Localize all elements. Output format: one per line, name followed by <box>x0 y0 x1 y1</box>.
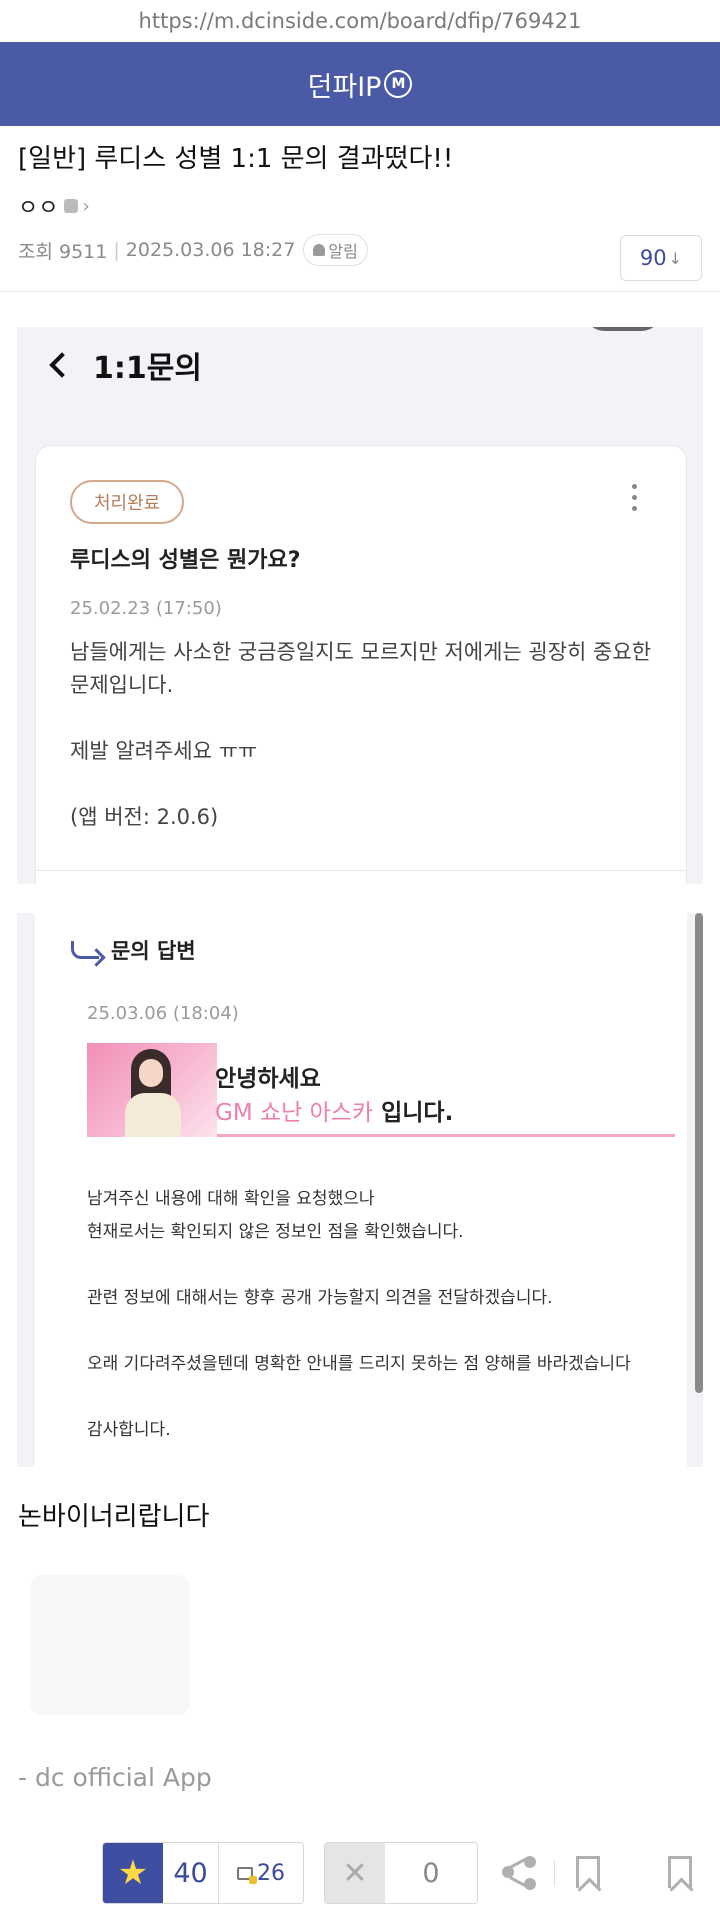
meta-divider: | <box>113 239 120 261</box>
answer-date: 25.03.06 (18:04) <box>87 1003 239 1024</box>
recommend-count: 40 <box>163 1843 219 1903</box>
inquiry-screen-title: 1:1문의 <box>93 351 202 386</box>
inquiry-topbar: 1:1문의 <box>49 343 202 387</box>
share-icon[interactable] <box>502 1856 536 1890</box>
recommend-group: ★ 40 26 <box>102 1842 304 1904</box>
star-icon[interactable]: ★ <box>103 1843 163 1903</box>
answer-card: 문의 답변 25.03.06 (18:04) 안녕하세요 GM 쇼난 아스카 입… <box>35 913 687 1467</box>
fixed-recommend[interactable]: 26 <box>219 1843 303 1903</box>
fixed-recommend-count: 26 <box>257 1860 285 1886</box>
comment-jump-button[interactable]: 90 ↓ <box>620 235 702 281</box>
nickname-icon <box>64 199 79 213</box>
minor-gallery-badge: M <box>384 70 413 98</box>
card-divider <box>36 870 686 871</box>
inquiry-card: 처리완료 루디스의 성별은 뭔가요? 25.02.23 (17:50) 남들에게… <box>35 445 687 884</box>
bookmark-icon[interactable] <box>576 1856 600 1888</box>
gm-suffix: 입니다. <box>373 1100 454 1126</box>
answer-body: 남겨주신 내용에 대해 확인을 요청했으나 현재로서는 확인되지 않은 정보인 … <box>87 1183 687 1447</box>
post-datetime: 2025.03.06 18:27 <box>125 239 296 261</box>
answer-title: 문의 답변 <box>111 939 196 963</box>
post-title: [일반] 루디스 성별 1:1 문의 결과떴다!! <box>18 144 454 174</box>
writer-row[interactable]: ㅇㅇ › <box>18 190 702 222</box>
gm-intro: GM 쇼난 아스카 입니다. <box>215 1093 453 1127</box>
writer-nickname[interactable]: ㅇㅇ <box>18 190 58 222</box>
fixed-nick-icon <box>237 1866 257 1884</box>
app-signature: - dc official App <box>18 1763 212 1792</box>
more-options-icon <box>632 484 638 517</box>
gallery-header[interactable]: 던파IP M <box>0 42 720 126</box>
comment-count: 90 <box>639 246 667 270</box>
browser-url[interactable]: https://m.dcinside.com/board/dfip/769421 <box>0 0 720 42</box>
faded-image <box>30 1575 190 1715</box>
question-paragraph: (앱 버전: 2.0.6) <box>70 805 219 829</box>
gm-greeting: 안녕하세요 <box>215 1066 321 1092</box>
answer-line: 남겨주신 내용에 대해 확인을 요청했으나 <box>87 1189 375 1209</box>
back-arrow-icon <box>49 352 75 378</box>
answer-heading: 문의 답변 <box>71 935 196 965</box>
question-paragraph: 남들에게는 사소한 궁금증일지도 모르지만 저에게는 굉장히 중요한 문제입니다… <box>70 640 652 697</box>
answer-line: 감사합니다. <box>87 1420 171 1440</box>
gm-portrait-image <box>87 1043 217 1137</box>
question-body: 남들에게는 사소한 궁금증일지도 모르지만 저에게는 굉장히 중요한 문제입니다… <box>70 636 670 867</box>
gm-banner: 안녕하세요 GM 쇼난 아스카 입니다. <box>87 1043 675 1137</box>
chevron-right-icon: › <box>82 195 90 217</box>
divider <box>554 1860 555 1886</box>
arrow-down-icon: ↓ <box>668 248 683 268</box>
question-title: 루디스의 성별은 뭔가요? <box>70 548 301 573</box>
inquiry-screenshot: 1:1문의 처리완료 루디스의 성별은 뭔가요? 25.02.23 (17:50… <box>17 327 703 884</box>
answer-line: 현재로서는 확인되지 않은 정보인 점을 확인했습니다. <box>87 1222 464 1242</box>
alarm-button[interactable]: 알림 <box>303 234 368 266</box>
status-badge: 처리완료 <box>70 480 185 524</box>
question-paragraph: 제발 알려주세요 ㅠㅠ <box>70 739 258 763</box>
nonrecommend-group: ✕ 0 <box>324 1842 478 1904</box>
scrap-icon[interactable] <box>668 1856 692 1888</box>
question-date: 25.02.23 (17:50) <box>70 598 222 619</box>
gallery-name: 던파IP <box>307 71 382 103</box>
answer-line: 오래 기다려주셨을텐데 명확한 안내를 드리지 못하는 점 양해를 바라겠습니다 <box>87 1354 631 1374</box>
nonrecommend-count: 0 <box>422 1857 440 1889</box>
bell-icon <box>313 244 326 256</box>
answer-line: 관련 정보에 대해서는 향후 공개 가능할지 의견을 전달하겠습니다. <box>87 1288 553 1308</box>
close-icon[interactable]: ✕ <box>325 1843 385 1903</box>
bottom-action-bar: ★ 40 26 ✕ 0 <box>0 1842 720 1906</box>
answer-screenshot: 문의 답변 25.03.06 (18:04) 안녕하세요 GM 쇼난 아스카 입… <box>17 913 703 1467</box>
post-meta: 조회 9511 | 2025.03.06 18:27 알림 <box>18 234 702 266</box>
gm-name: GM 쇼난 아스카 <box>215 1100 374 1126</box>
reply-arrow-icon <box>71 941 99 959</box>
post-content-text: 논바이너리랍니다 <box>18 1502 210 1532</box>
alarm-label: 알림 <box>328 242 358 261</box>
scrollbar[interactable] <box>695 913 703 1393</box>
post-header: [일반] 루디스 성별 1:1 문의 결과떴다!! ㅇㅇ › 조회 9511 |… <box>0 126 720 292</box>
corner-shape <box>583 327 663 331</box>
view-count: 조회 9511 <box>18 240 108 263</box>
